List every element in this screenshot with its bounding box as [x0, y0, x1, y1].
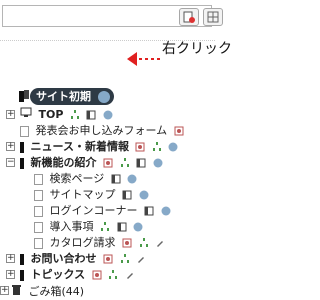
- form-icon[interactable]: [135, 142, 145, 152]
- page-settings-icon: [183, 11, 195, 23]
- pencil-icon[interactable]: [125, 270, 135, 280]
- tree-item-catalog[interactable]: カタログ請求: [34, 235, 165, 251]
- sitemap-icon[interactable]: [100, 222, 110, 232]
- tree-item-contact[interactable]: + お問い合わせ: [6, 251, 146, 267]
- sitemap-icon[interactable]: [120, 158, 130, 168]
- edit-icon[interactable]: [139, 190, 149, 200]
- form-icon[interactable]: [103, 254, 113, 264]
- tree-item-news[interactable]: + ニュース・新着情報: [6, 139, 178, 155]
- layout-icon[interactable]: [86, 110, 96, 120]
- tree-item-login-corner[interactable]: ログインコーナー: [34, 203, 171, 219]
- expand-icon[interactable]: +: [0, 286, 9, 295]
- edit-icon[interactable]: [97, 91, 110, 103]
- collapse-icon[interactable]: −: [6, 158, 15, 167]
- monitor-icon: [20, 107, 32, 123]
- page-settings-button[interactable]: [179, 8, 199, 26]
- page-icon: [34, 221, 43, 233]
- pencil-icon[interactable]: [136, 254, 146, 264]
- tree-item-top[interactable]: + TOP: [6, 107, 113, 123]
- layout-icon[interactable]: [122, 190, 132, 200]
- site-tree: サイト初期 + TOP 発表会お申し込みフォーム + ニュース・新着情報 − 新…: [0, 40, 215, 298]
- tree-item-sitemap[interactable]: サイトマップ: [34, 187, 149, 203]
- sitemap-icon[interactable]: [139, 238, 149, 248]
- root-node[interactable]: サイト初期: [30, 88, 114, 105]
- form-icon[interactable]: [122, 238, 132, 248]
- form-icon[interactable]: [174, 126, 184, 136]
- page-icon: [34, 173, 43, 185]
- folder-icon: [20, 157, 24, 169]
- layout-icon[interactable]: [136, 158, 146, 168]
- sitemap-icon[interactable]: [120, 254, 130, 264]
- tree-item-search-page[interactable]: 検索ページ: [34, 171, 137, 187]
- sitemap-icon[interactable]: [70, 110, 80, 120]
- layout-icon[interactable]: [144, 206, 154, 216]
- expand-icon[interactable]: +: [6, 110, 15, 119]
- sitemap-icon[interactable]: [152, 142, 162, 152]
- folder-icon: [20, 269, 24, 281]
- trash-icon: [11, 283, 22, 300]
- grid-icon: [207, 11, 219, 23]
- grid-view-button[interactable]: [203, 8, 223, 26]
- pencil-icon[interactable]: [155, 238, 165, 248]
- page-icon: [34, 205, 43, 217]
- edit-icon[interactable]: [127, 174, 137, 184]
- tree-item-trash[interactable]: + ごみ箱(44): [0, 283, 84, 299]
- callout-arrow: [127, 52, 160, 66]
- layout-icon[interactable]: [117, 222, 127, 232]
- sitemap-icon[interactable]: [108, 270, 118, 280]
- layout-icon[interactable]: [111, 174, 121, 184]
- expand-icon[interactable]: +: [6, 270, 15, 279]
- right-click-callout: 右クリック: [162, 41, 232, 57]
- expand-icon[interactable]: +: [6, 142, 15, 151]
- tree-item-new-features[interactable]: − 新機能の紹介: [6, 155, 163, 171]
- edit-icon[interactable]: [133, 222, 143, 232]
- edit-icon[interactable]: [103, 110, 113, 120]
- folder-icon: [20, 253, 24, 265]
- tree-item-form[interactable]: 発表会お申し込みフォーム: [20, 123, 184, 139]
- edit-icon[interactable]: [153, 158, 163, 168]
- edit-icon[interactable]: [161, 206, 171, 216]
- folder-icon: [20, 141, 24, 153]
- page-icon: [34, 237, 43, 249]
- page-icon: [34, 189, 43, 201]
- tree-item-topics[interactable]: + トピックス: [6, 267, 135, 283]
- edit-icon[interactable]: [168, 142, 178, 152]
- page-icon: [20, 125, 29, 137]
- tree-item-intro[interactable]: 導入事項: [34, 219, 143, 235]
- form-icon[interactable]: [103, 158, 113, 168]
- expand-icon[interactable]: +: [6, 254, 15, 263]
- form-icon[interactable]: [92, 270, 102, 280]
- root-label: サイト初期: [36, 90, 91, 103]
- root-folder-icon: [18, 89, 30, 105]
